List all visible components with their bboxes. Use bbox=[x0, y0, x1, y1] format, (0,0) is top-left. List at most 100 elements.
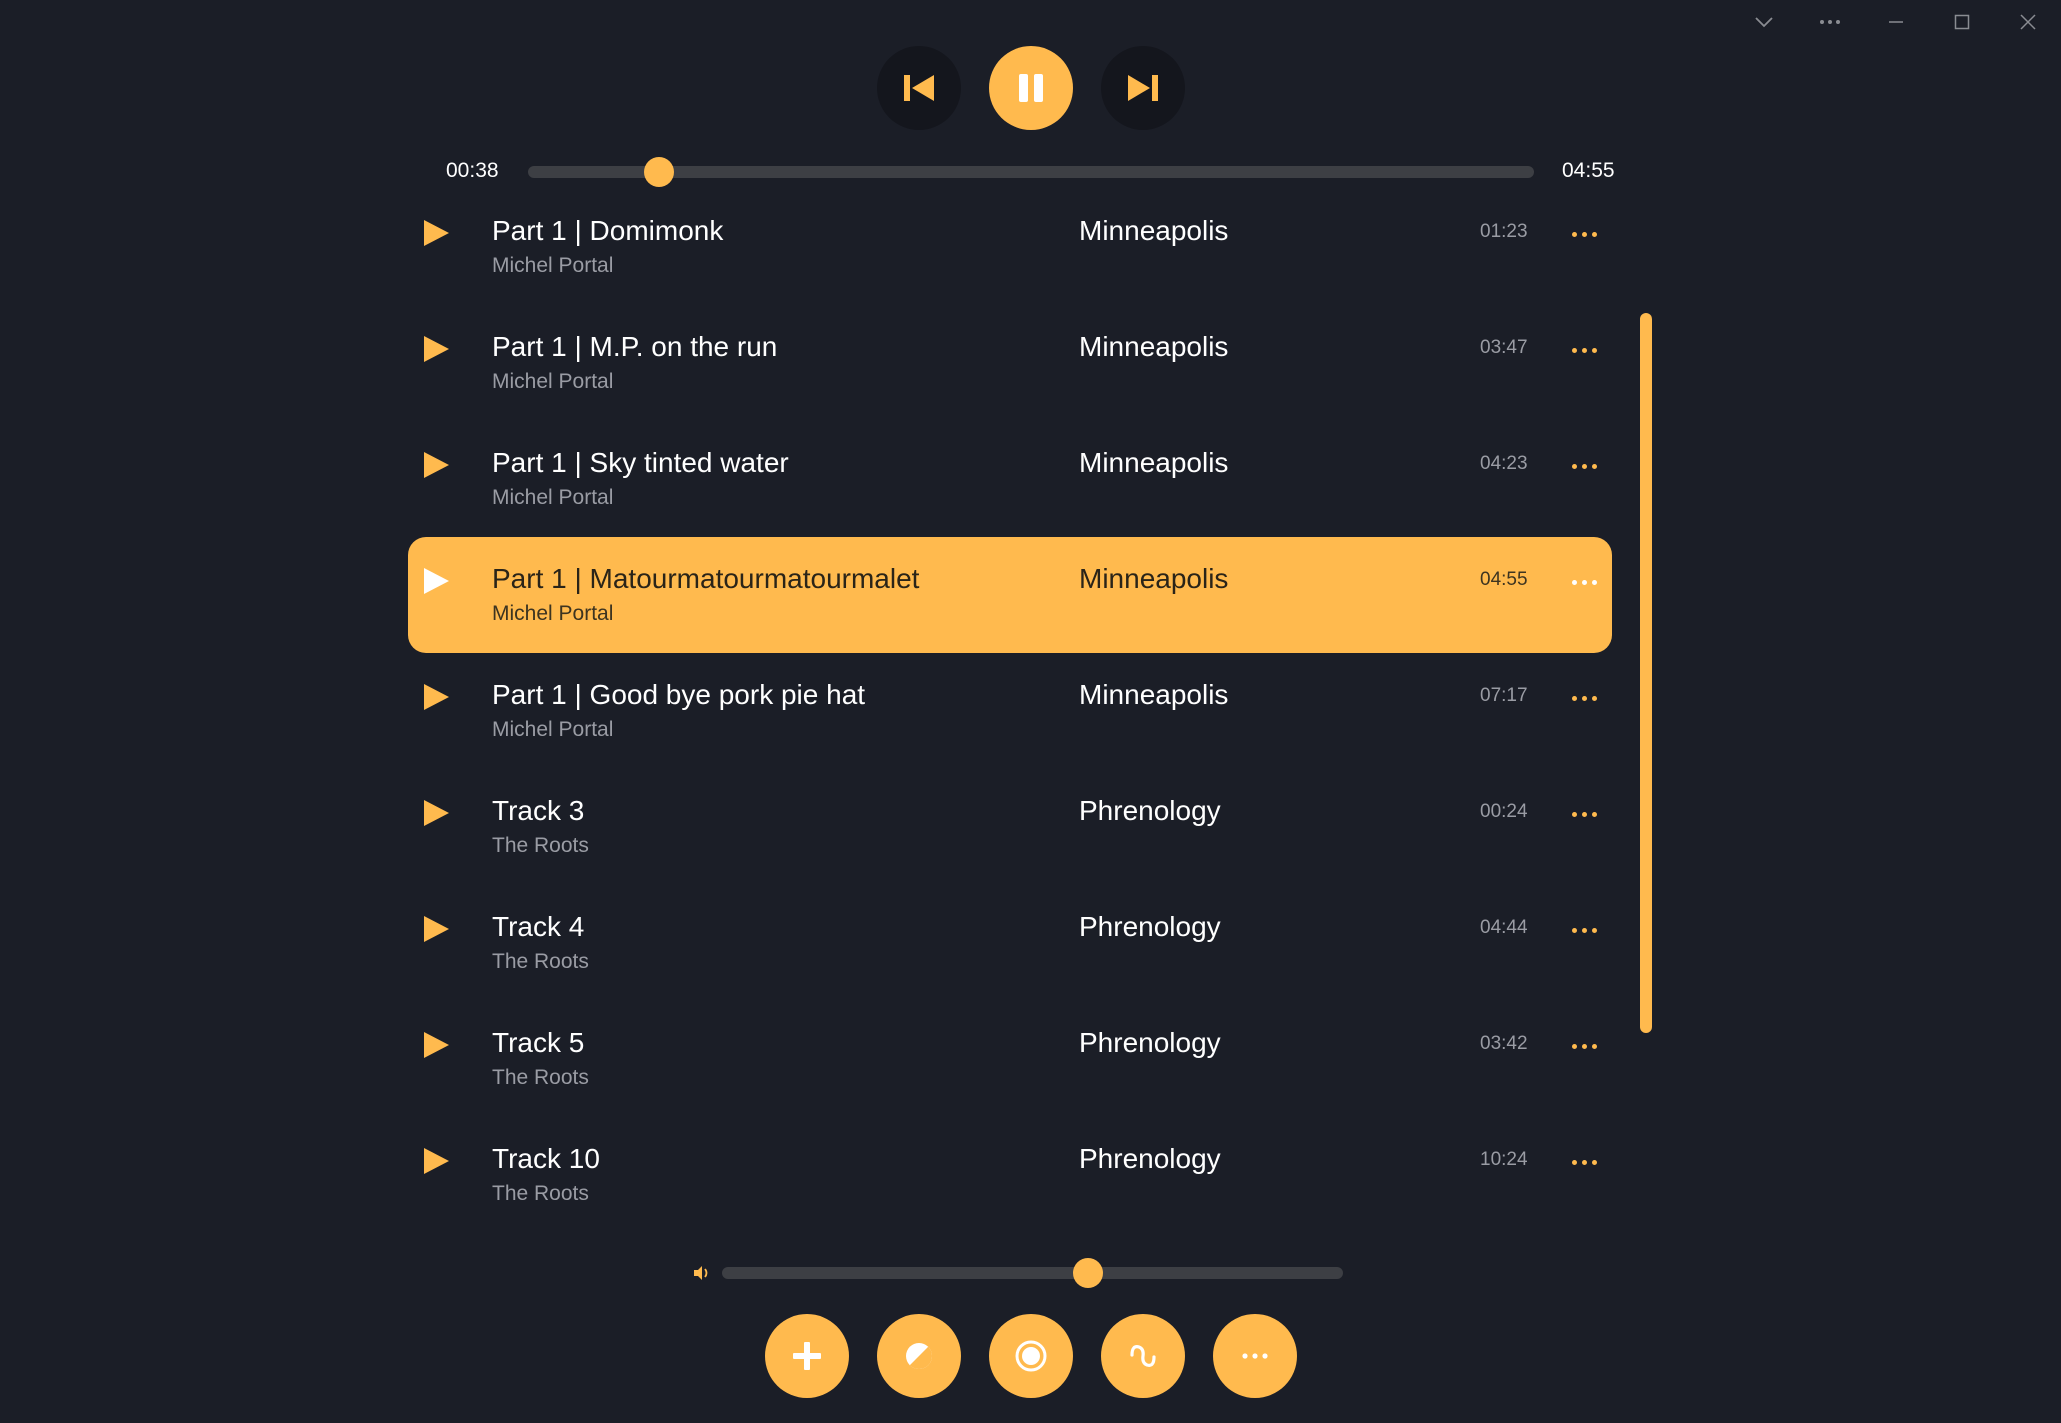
record-icon bbox=[1015, 1340, 1046, 1372]
more-icon bbox=[1571, 463, 1577, 469]
play-icon[interactable] bbox=[422, 915, 450, 943]
track-duration: 04:55 bbox=[1480, 569, 1528, 590]
track-row[interactable]: Part 1 | Sky tinted water Michel Portal Mi… bbox=[408, 421, 1612, 537]
maximize-icon[interactable] bbox=[1929, 6, 1995, 38]
track-title: Track 3 bbox=[492, 795, 585, 826]
more-icon bbox=[1571, 927, 1577, 933]
track-artist: Michel Portal bbox=[492, 718, 614, 741]
transport-controls bbox=[0, 46, 2061, 130]
track-more-button[interactable] bbox=[1564, 1031, 1604, 1061]
track-row[interactable]: Part 1 | Domimonk Michel Portal Minneapoli… bbox=[408, 189, 1612, 305]
track-album: Minneapolis bbox=[1079, 447, 1229, 478]
previous-button[interactable] bbox=[876, 46, 961, 130]
pause-icon bbox=[1018, 74, 1043, 102]
track-row[interactable]: Part 1 | Matourmatourmatourmalet Michel P… bbox=[408, 537, 1612, 653]
more-icon bbox=[1571, 231, 1577, 237]
track-title: Part 1 | Sky tinted water bbox=[492, 447, 789, 478]
track-duration: 00:24 bbox=[1480, 801, 1528, 822]
add-button[interactable] bbox=[764, 1314, 849, 1398]
track-album: Minneapolis bbox=[1079, 215, 1229, 246]
more-icon bbox=[1571, 1043, 1577, 1049]
skip-next-icon bbox=[1127, 75, 1158, 101]
track-duration: 03:42 bbox=[1480, 1033, 1528, 1054]
track-duration: 07:17 bbox=[1480, 685, 1528, 706]
track-artist: Michel Portal bbox=[492, 602, 614, 625]
track-more-button[interactable] bbox=[1564, 567, 1604, 597]
track-list: Part 1 | Domimonk Michel Portal Minneapoli… bbox=[408, 189, 1612, 1233]
play-icon[interactable] bbox=[422, 1031, 450, 1059]
track-artist: Michel Portal bbox=[492, 254, 614, 277]
track-more-button[interactable] bbox=[1564, 915, 1604, 945]
track-artist: Michel Portal bbox=[492, 370, 614, 393]
equalizer-icon bbox=[1129, 1345, 1156, 1367]
minimize-icon[interactable] bbox=[1863, 6, 1929, 38]
more-icon bbox=[1571, 579, 1577, 585]
more-icon bbox=[1571, 811, 1577, 817]
skip-previous-icon bbox=[903, 75, 934, 101]
play-icon[interactable] bbox=[422, 567, 450, 595]
track-more-button[interactable] bbox=[1564, 219, 1604, 249]
track-title: Track 4 bbox=[492, 911, 585, 942]
seek-slider[interactable] bbox=[528, 157, 1534, 187]
track-album: Phrenology bbox=[1079, 795, 1221, 826]
track-album: Minneapolis bbox=[1079, 679, 1229, 710]
track-title: Part 1 | M.P. on the run bbox=[492, 331, 778, 362]
track-duration: 04:44 bbox=[1480, 917, 1528, 938]
volume-thumb[interactable] bbox=[1073, 1258, 1104, 1288]
play-icon[interactable] bbox=[422, 799, 450, 827]
track-more-button[interactable] bbox=[1564, 683, 1604, 713]
track-row[interactable]: Track 4 The Roots Phrenology 04:44 bbox=[408, 885, 1612, 1001]
total-time: 04:55 bbox=[1562, 159, 1615, 182]
track-artist: The Roots bbox=[492, 834, 589, 857]
play-icon[interactable] bbox=[422, 451, 450, 479]
track-artist: Michel Portal bbox=[492, 486, 614, 509]
track-title: Part 1 | Good bye pork pie hat bbox=[492, 679, 866, 710]
chevron-down-icon[interactable] bbox=[1731, 6, 1797, 38]
track-duration: 03:47 bbox=[1480, 337, 1528, 358]
play-icon[interactable] bbox=[422, 219, 450, 247]
elapsed-time: 00:38 bbox=[446, 159, 499, 182]
action-bar bbox=[0, 1314, 2061, 1398]
more-icon bbox=[1571, 1159, 1577, 1165]
play-icon[interactable] bbox=[422, 335, 450, 363]
more-icon bbox=[1571, 347, 1577, 353]
track-album: Minneapolis bbox=[1079, 331, 1229, 362]
track-album: Phrenology bbox=[1079, 911, 1221, 942]
track-more-button[interactable] bbox=[1564, 451, 1604, 481]
volume-icon[interactable] bbox=[692, 1262, 712, 1284]
track-row[interactable]: Track 3 The Roots Phrenology 00:24 bbox=[408, 769, 1612, 885]
theme-icon bbox=[905, 1343, 932, 1370]
track-album: Phrenology bbox=[1079, 1027, 1221, 1058]
track-more-button[interactable] bbox=[1564, 335, 1604, 365]
track-more-button[interactable] bbox=[1564, 1147, 1604, 1177]
play-icon[interactable] bbox=[422, 1147, 450, 1175]
equalizer-button[interactable] bbox=[1100, 1314, 1185, 1398]
track-album: Phrenology bbox=[1079, 1143, 1221, 1174]
record-button[interactable] bbox=[988, 1314, 1073, 1398]
scrollbar[interactable] bbox=[1640, 313, 1652, 1033]
theme-button[interactable] bbox=[876, 1314, 961, 1398]
more-options-button[interactable] bbox=[1212, 1314, 1297, 1398]
track-title: Part 1 | Domimonk bbox=[492, 215, 724, 246]
more-icon[interactable] bbox=[1797, 6, 1863, 38]
track-row[interactable]: Part 1 | M.P. on the run Michel Portal Min… bbox=[408, 305, 1612, 421]
more-icon bbox=[1241, 1353, 1268, 1359]
track-row[interactable]: Track 10 The Roots Phrenology 10:24 bbox=[408, 1117, 1612, 1233]
next-button[interactable] bbox=[1100, 46, 1185, 130]
track-artist: The Roots bbox=[492, 1182, 589, 1205]
volume-slider[interactable] bbox=[722, 1258, 1343, 1288]
track-title: Part 1 | Matourmatourmatourmalet bbox=[492, 563, 920, 594]
track-duration: 01:23 bbox=[1480, 221, 1528, 242]
pause-button[interactable] bbox=[988, 46, 1073, 130]
track-artist: The Roots bbox=[492, 1066, 589, 1089]
track-more-button[interactable] bbox=[1564, 799, 1604, 829]
track-album: Minneapolis bbox=[1079, 563, 1229, 594]
titlebar bbox=[1731, 6, 2061, 38]
add-icon bbox=[792, 1342, 821, 1370]
seek-thumb[interactable] bbox=[643, 157, 674, 187]
close-icon[interactable] bbox=[1995, 6, 2061, 38]
play-icon[interactable] bbox=[422, 683, 450, 711]
track-duration: 04:23 bbox=[1480, 453, 1528, 474]
track-row[interactable]: Part 1 | Good bye pork pie hat Michel Por… bbox=[408, 653, 1612, 769]
track-row[interactable]: Track 5 The Roots Phrenology 03:42 bbox=[408, 1001, 1612, 1117]
